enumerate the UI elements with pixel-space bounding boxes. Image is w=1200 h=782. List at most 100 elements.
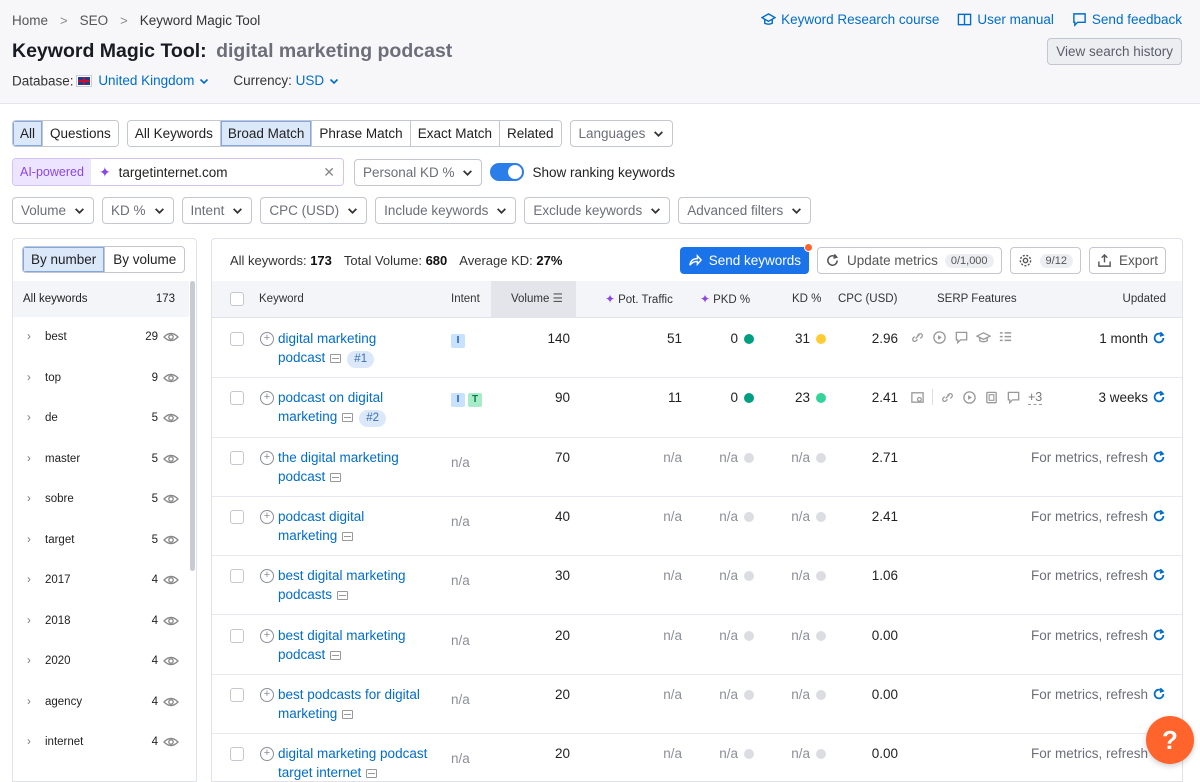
serp-snapshot-icon[interactable] [342, 709, 354, 719]
eye-icon[interactable] [163, 331, 179, 343]
currency-value[interactable]: USD [296, 73, 340, 88]
sidebar-group-sobre[interactable]: › sobre 5 [13, 479, 189, 520]
chevron-right-icon[interactable]: › [27, 412, 37, 424]
keyword-link[interactable]: digital marketing podcast target internet [278, 744, 450, 781]
refresh-icon[interactable] [1152, 390, 1166, 404]
breadcrumb-home[interactable]: Home [12, 13, 48, 28]
add-keyword-icon[interactable]: + [260, 332, 274, 346]
course-link[interactable]: Keyword Research course [761, 12, 939, 27]
eye-icon[interactable] [163, 696, 179, 708]
link-icon[interactable] [910, 330, 925, 345]
sidebar-scrollbar[interactable] [190, 281, 195, 571]
sidebar-group-2017[interactable]: › 2017 4 [13, 560, 189, 601]
chevron-right-icon[interactable]: › [27, 493, 37, 505]
sidebar-group-de[interactable]: › de 5 [13, 398, 189, 439]
refresh-icon[interactable] [1152, 450, 1166, 464]
keyword-link[interactable]: the digital marketing podcast [278, 448, 450, 486]
personal-kd-dropdown[interactable]: Personal KD % [353, 158, 483, 186]
by-number-button[interactable]: By number [23, 247, 106, 272]
eye-icon[interactable] [163, 534, 179, 546]
serp-snapshot-icon[interactable] [330, 650, 342, 660]
tab-questions[interactable]: Questions [43, 121, 118, 146]
chevron-right-icon[interactable]: › [27, 453, 37, 465]
eye-icon[interactable] [163, 574, 179, 586]
database-selector[interactable]: Database: United Kingdom [12, 73, 209, 89]
column-cpc[interactable]: CPC (USD) [838, 281, 897, 318]
all-keywords-group[interactable]: All keywords 173 [13, 281, 189, 317]
refresh-icon[interactable] [1152, 687, 1166, 701]
row-checkbox[interactable] [230, 569, 244, 584]
show-ranking-toggle[interactable] [490, 163, 525, 181]
keyword-link[interactable]: best digital marketing podcasts [278, 566, 450, 604]
education-icon[interactable] [976, 330, 991, 345]
refresh-icon[interactable] [1152, 331, 1166, 345]
add-keyword-icon[interactable]: + [260, 687, 274, 702]
serp-snapshot-icon[interactable] [342, 531, 354, 541]
cpc-filter[interactable]: CPC (USD) [260, 197, 368, 224]
breadcrumb-seo[interactable]: SEO [80, 13, 109, 28]
refresh-icon[interactable] [1152, 628, 1166, 642]
eye-icon[interactable] [163, 493, 179, 505]
chevron-right-icon[interactable]: › [27, 655, 37, 667]
sidebar-group-top[interactable]: › top 9 [13, 358, 189, 399]
chevron-right-icon[interactable]: › [27, 615, 37, 627]
row-checkbox[interactable] [230, 391, 244, 406]
play-icon[interactable] [932, 330, 947, 345]
row-checkbox[interactable] [230, 450, 244, 465]
row-checkbox[interactable] [230, 747, 244, 762]
more-serp-features[interactable]: +3 [1028, 390, 1043, 405]
eye-icon[interactable] [163, 655, 179, 667]
serp-snapshot-icon[interactable] [330, 472, 342, 482]
feedback-link[interactable]: Send feedback [1072, 12, 1182, 27]
column-keyword[interactable]: Keyword [259, 281, 304, 318]
row-checkbox[interactable] [230, 509, 244, 524]
sidebar-group-agency[interactable]: › agency 4 [13, 682, 189, 723]
volume-filter[interactable]: Volume [12, 197, 95, 224]
row-checkbox[interactable] [230, 687, 244, 702]
sidebar-group-best[interactable]: › best 29 [13, 317, 189, 358]
sidebar-group-internet[interactable]: › internet 4 [13, 722, 189, 763]
video-icon[interactable] [984, 390, 999, 405]
refresh-icon[interactable] [1152, 509, 1166, 523]
serp-snapshot-icon[interactable] [337, 591, 349, 601]
add-keyword-icon[interactable]: + [260, 569, 274, 584]
tab-broad-match[interactable]: Broad Match [220, 121, 313, 146]
update-metrics-button[interactable]: Update metrics 0/1,000 [817, 247, 1002, 274]
row-checkbox[interactable] [230, 332, 244, 346]
eye-icon[interactable] [163, 412, 179, 424]
chevron-right-icon[interactable]: › [27, 736, 37, 748]
column-pkd[interactable]: ✦ PKD % [700, 281, 750, 318]
refresh-icon[interactable] [1152, 568, 1166, 582]
keyword-link[interactable]: podcast digital marketing [278, 507, 450, 545]
link-icon[interactable] [940, 390, 955, 405]
tab-all-keywords[interactable]: All Keywords [127, 121, 221, 146]
sidebar-group-target[interactable]: › target 5 [13, 520, 189, 561]
chevron-right-icon[interactable]: › [27, 331, 37, 343]
add-keyword-icon[interactable]: + [260, 509, 274, 524]
eye-icon[interactable] [163, 736, 179, 748]
column-pot-traffic[interactable]: ✦ Pot. Traffic [605, 281, 673, 318]
serp-snapshot-icon[interactable] [330, 354, 342, 363]
eye-icon[interactable] [163, 615, 179, 627]
column-intent[interactable]: Intent [451, 281, 480, 318]
serp-snapshot-icon[interactable] [342, 413, 354, 423]
comment-icon[interactable] [1006, 390, 1021, 405]
exclude-keywords-filter[interactable]: Exclude keywords [524, 197, 671, 224]
add-keyword-icon[interactable]: + [260, 450, 274, 465]
languages-dropdown[interactable]: Languages [569, 120, 674, 147]
kd-filter[interactable]: KD % [102, 197, 174, 224]
sidebar-group-2018[interactable]: › 2018 4 [13, 601, 189, 642]
eye-icon[interactable] [163, 453, 179, 465]
column-updated[interactable]: Updated [1123, 281, 1166, 318]
add-keyword-icon[interactable]: + [260, 628, 274, 643]
tab-exact-match[interactable]: Exact Match [410, 121, 500, 146]
manual-link[interactable]: User manual [957, 12, 1054, 27]
sidebar-group-2020[interactable]: › 2020 4 [13, 641, 189, 682]
chevron-right-icon[interactable]: › [27, 534, 37, 546]
by-volume-button[interactable]: By volume [105, 247, 184, 272]
select-all-checkbox[interactable] [230, 292, 244, 306]
image-search-icon[interactable] [910, 390, 925, 405]
table-settings-button[interactable]: 9/12 [1009, 247, 1081, 274]
chevron-right-icon[interactable]: › [27, 574, 37, 586]
keyword-link[interactable]: podcast on digital marketing #2 [278, 388, 450, 428]
